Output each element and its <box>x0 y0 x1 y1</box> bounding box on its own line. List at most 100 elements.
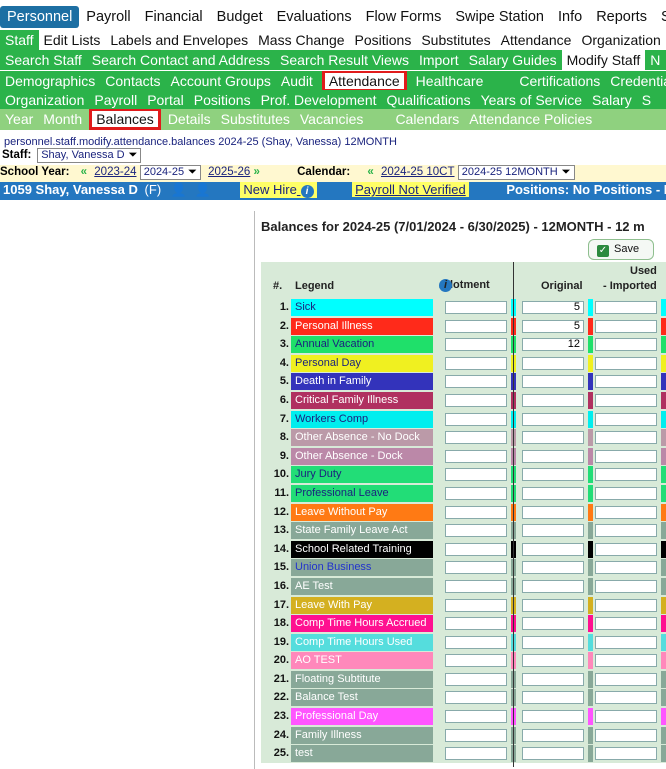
original-input[interactable] <box>522 747 584 761</box>
tab-payroll[interactable]: Payroll <box>89 90 142 110</box>
used-imported-input[interactable] <box>595 431 657 445</box>
used-imported-input[interactable] <box>595 524 657 538</box>
staff-nav-search-staff[interactable]: Search Staff <box>0 50 87 70</box>
allotment-input[interactable] <box>445 598 507 612</box>
attendance-tab-year[interactable]: Year <box>0 109 38 129</box>
info-icon[interactable]: i <box>439 279 452 292</box>
top-nav-personnel[interactable]: Personnel <box>0 6 80 28</box>
allotment-input[interactable] <box>445 561 507 575</box>
allotment-input[interactable] <box>445 449 507 463</box>
attendance-tab-substitutes[interactable]: Substitutes <box>216 109 295 129</box>
allotment-input[interactable] <box>445 654 507 668</box>
allotment-input[interactable] <box>445 356 507 370</box>
sub-nav-staff[interactable]: Staff <box>0 30 39 50</box>
original-input[interactable] <box>522 710 584 724</box>
top-nav-evaluations[interactable]: Evaluations <box>270 6 359 28</box>
allotment-input[interactable] <box>445 468 507 482</box>
top-nav-sys[interactable]: Sys <box>654 6 666 28</box>
original-input[interactable] <box>522 542 584 556</box>
used-imported-input[interactable] <box>595 393 657 407</box>
prev-calendar-icon[interactable]: « <box>367 166 373 178</box>
sub-nav-mass-change[interactable]: Mass Change <box>253 30 349 50</box>
original-input[interactable] <box>522 412 584 426</box>
info-icon[interactable]: i <box>300 185 314 198</box>
allotment-input[interactable] <box>445 710 507 724</box>
attendance-tab-vacancies[interactable]: Vacancies <box>295 109 369 129</box>
top-nav-financial[interactable]: Financial <box>138 6 210 28</box>
original-input[interactable] <box>522 449 584 463</box>
allotment-input[interactable] <box>445 505 507 519</box>
allotment-input[interactable] <box>445 393 507 407</box>
staff-select[interactable]: Shay, Vanessa D ⏷ <box>37 148 142 163</box>
school-year-select[interactable]: 2024-25 ⏷ <box>139 165 201 180</box>
used-imported-input[interactable] <box>595 617 657 631</box>
tab-s[interactable]: S <box>637 90 656 110</box>
attendance-tab-balances[interactable]: Balances <box>89 109 161 130</box>
payroll-not-verified-link[interactable]: Payroll Not Verified <box>352 182 469 197</box>
used-imported-input[interactable] <box>595 301 657 314</box>
sub-nav-positions[interactable]: Positions <box>350 30 417 50</box>
prev-year-link[interactable]: 2023-24 <box>94 166 136 178</box>
tab-demographics[interactable]: Demographics <box>0 71 100 91</box>
staff-nav-n[interactable]: N <box>645 50 665 70</box>
used-imported-input[interactable] <box>595 449 657 463</box>
allotment-input[interactable] <box>445 524 507 538</box>
original-input[interactable] <box>522 431 584 445</box>
used-imported-input[interactable] <box>595 747 657 761</box>
allotment-input[interactable] <box>445 635 507 649</box>
staff-nav-search-result-views[interactable]: Search Result Views <box>275 50 414 70</box>
top-nav-payroll[interactable]: Payroll <box>79 6 137 28</box>
used-imported-input[interactable] <box>595 672 657 686</box>
calendar-select[interactable]: 2024-25 12MONTH ⏷ <box>457 165 575 180</box>
original-input[interactable] <box>522 617 584 631</box>
used-imported-input[interactable] <box>595 654 657 668</box>
allotment-input[interactable] <box>445 319 507 333</box>
attendance-tab-details[interactable]: Details <box>163 109 216 129</box>
allotment-input[interactable] <box>445 728 507 742</box>
original-input[interactable] <box>522 654 584 668</box>
used-imported-input[interactable] <box>595 412 657 426</box>
used-imported-input[interactable] <box>595 635 657 649</box>
original-input[interactable] <box>522 579 584 593</box>
tab-attendance[interactable]: Attendance <box>321 71 407 91</box>
used-imported-input[interactable] <box>595 468 657 482</box>
tab-contacts[interactable]: Contacts <box>100 71 165 91</box>
staff-nav-search-contact-and-address[interactable]: Search Contact and Address <box>87 50 275 70</box>
prev-year-icon[interactable]: « <box>81 166 87 178</box>
original-input[interactable] <box>522 505 584 519</box>
used-imported-input[interactable] <box>595 505 657 519</box>
tab-positions[interactable]: Positions <box>189 90 256 110</box>
top-nav-reports[interactable]: Reports <box>589 6 654 28</box>
used-imported-input[interactable] <box>595 356 657 370</box>
used-imported-input[interactable] <box>595 542 657 556</box>
new-hire-link[interactable]: New Hire i <box>240 182 317 198</box>
next-year-link[interactable]: 2025-26 <box>208 166 250 178</box>
used-imported-input[interactable] <box>595 319 657 333</box>
used-imported-input[interactable] <box>595 710 657 724</box>
sub-nav-attendance[interactable]: Attendance <box>496 30 577 50</box>
original-input[interactable] <box>522 672 584 686</box>
used-imported-input[interactable] <box>595 561 657 575</box>
allotment-input[interactable] <box>445 375 507 389</box>
next-year-icon[interactable]: » <box>254 166 260 178</box>
original-input[interactable]: 5 <box>522 319 584 333</box>
original-input[interactable] <box>522 728 584 742</box>
used-imported-input[interactable] <box>595 691 657 705</box>
tab-prof-development[interactable]: Prof. Development <box>256 90 382 110</box>
original-input[interactable] <box>522 691 584 705</box>
staff-nav-modify-staff[interactable]: Modify Staff <box>561 50 646 70</box>
sub-nav-organization[interactable]: Organization <box>576 30 665 50</box>
original-input[interactable] <box>522 598 584 612</box>
allotment-input[interactable] <box>445 431 507 445</box>
original-input[interactable] <box>522 468 584 482</box>
used-imported-input[interactable] <box>595 375 657 389</box>
tab-account-groups[interactable]: Account Groups <box>166 71 276 91</box>
original-input[interactable] <box>522 393 584 407</box>
save-button[interactable]: ✓ Save <box>588 239 654 260</box>
used-imported-input[interactable] <box>595 338 657 352</box>
attendance-tab-calendars[interactable]: Calendars <box>390 109 464 129</box>
attendance-tab-month[interactable]: Month <box>38 109 87 129</box>
original-input[interactable] <box>522 561 584 575</box>
top-nav-swipe-station[interactable]: Swipe Station <box>448 6 551 28</box>
original-input[interactable] <box>522 486 584 500</box>
